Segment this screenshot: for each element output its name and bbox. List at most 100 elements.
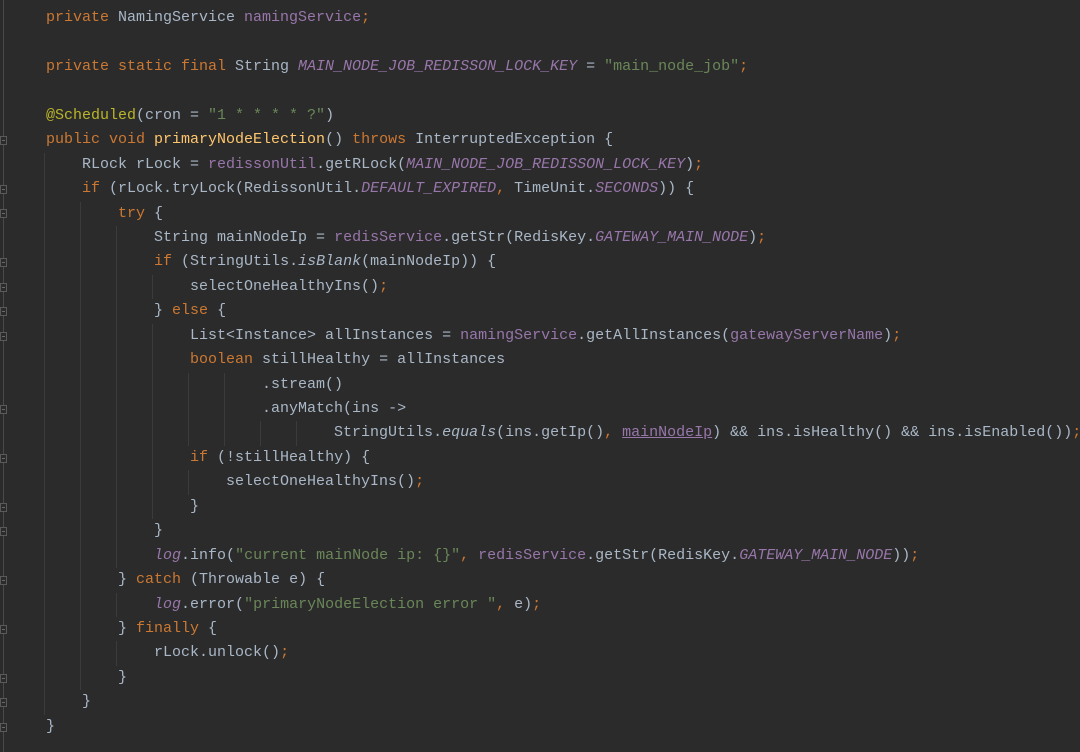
code-token: InterruptedException {: [415, 131, 614, 149]
code-line[interactable]: selectOneHealthyIns();: [0, 470, 1080, 495]
code-token: redisService: [334, 228, 443, 246]
code-line[interactable]: log.error("primaryNodeElection error ", …: [0, 592, 1080, 617]
indent-guide: [80, 421, 81, 446]
code-line[interactable]: if (!stillHealthy) {: [0, 445, 1080, 471]
indent-guide: [224, 421, 225, 446]
indent-guide: [116, 348, 117, 373]
code-token: namingService: [460, 326, 578, 344]
code-token: StringUtils.: [334, 424, 443, 442]
code-token: ): [748, 228, 758, 246]
indent-guide: [44, 201, 45, 226]
code-line[interactable]: try {: [0, 201, 1080, 226]
code-token: "1 * * * * ?": [208, 106, 326, 124]
code-line[interactable]: rLock.unlock();: [0, 641, 1080, 666]
code-token: throws: [352, 131, 416, 149]
indent-guide: [116, 397, 117, 422]
code-line[interactable]: [0, 79, 1080, 103]
indent-guide: [116, 274, 117, 300]
indent-guide: [44, 616, 45, 642]
indent-guide: [80, 519, 81, 544]
indent-guide: [296, 421, 297, 446]
code-token: ): [685, 155, 695, 173]
code-line[interactable]: String mainNodeIp = redisService.getStr(…: [0, 225, 1080, 251]
code-editor[interactable]: private NamingService namingService; priv…: [0, 6, 1080, 739]
indent-guide: [44, 397, 45, 422]
code-token: }: [154, 522, 164, 540]
code-token: .getStr(RedisKey.: [442, 228, 596, 246]
code-line[interactable]: private NamingService namingService;: [0, 6, 1080, 30]
code-token: }: [118, 619, 137, 637]
code-line[interactable]: if (StringUtils.isBlank(mainNodeIp)) {: [0, 250, 1080, 275]
code-line[interactable]: }: [0, 715, 1080, 739]
code-token: log: [154, 595, 182, 613]
code-token: ;: [361, 9, 371, 26]
code-line[interactable]: }: [0, 690, 1080, 715]
code-token: ;: [1072, 424, 1080, 441]
code-line[interactable]: } finally {: [0, 616, 1080, 642]
code-line[interactable]: [0, 30, 1080, 54]
code-token: if: [154, 253, 182, 271]
indent-guide: [116, 372, 117, 397]
code-line[interactable]: selectOneHealthyIns();: [0, 274, 1080, 300]
code-line[interactable]: boolean stillHealthy = allInstances: [0, 348, 1080, 373]
code-token: (rLock.tryLock(RedissonUtil.: [109, 180, 362, 198]
code-token: gatewayServerName: [730, 326, 884, 344]
indent-guide: [80, 641, 81, 666]
code-token: if: [82, 180, 110, 198]
code-token: e): [514, 595, 533, 613]
code-line[interactable]: .stream(): [0, 372, 1080, 397]
code-line[interactable]: StringUtils.equals(ins.getIp(), mainNode…: [0, 421, 1080, 446]
indent-guide: [80, 616, 81, 642]
code-token: stillHealthy = allInstances: [262, 351, 506, 369]
code-token: mainNodeIp: [622, 424, 713, 442]
code-line[interactable]: public void primaryNodeElection() throws…: [0, 128, 1080, 152]
indent-guide: [44, 494, 45, 520]
code-token: .stream(): [262, 375, 344, 393]
indent-guide: [152, 445, 153, 471]
indent-guide: [116, 543, 117, 569]
indent-guide: [116, 250, 117, 275]
code-token: primaryNodeElection: [154, 131, 326, 149]
code-token: redisService: [478, 546, 587, 564]
code-line[interactable]: } catch (Throwable e) {: [0, 568, 1080, 593]
code-token: "current mainNode ip: {}": [235, 546, 461, 564]
indent-guide: [44, 250, 45, 275]
code-line[interactable]: @Scheduled(cron = "1 * * * * ?"): [0, 104, 1080, 128]
indent-guide: [152, 274, 153, 300]
code-line[interactable]: log.info("current mainNode ip: {}", redi…: [0, 543, 1080, 569]
code-line[interactable]: RLock rLock = redissonUtil.getRLock(MAIN…: [0, 152, 1080, 178]
indent-guide: [44, 323, 45, 349]
indent-guide: [80, 250, 81, 275]
code-token: "main_node_job": [604, 57, 740, 75]
code-token: ,: [604, 424, 623, 442]
code-token: }: [154, 302, 173, 320]
code-line[interactable]: List<Instance> allInstances = namingServ…: [0, 323, 1080, 349]
indent-guide: [44, 690, 45, 715]
code-line[interactable]: .anyMatch(ins ->: [0, 397, 1080, 422]
code-line[interactable]: if (rLock.tryLock(RedissonUtil.DEFAULT_E…: [0, 177, 1080, 202]
code-line[interactable]: } else {: [0, 299, 1080, 324]
code-token: if: [190, 448, 218, 466]
indent-guide: [44, 299, 45, 324]
code-line[interactable]: private static final String MAIN_NODE_JO…: [0, 55, 1080, 79]
code-token: List<Instance> allInstances =: [190, 326, 461, 344]
code-token: (cron =: [136, 106, 209, 124]
code-line[interactable]: }: [0, 665, 1080, 691]
code-token: .getStr(RedisKey.: [586, 546, 740, 564]
code-token: else: [172, 302, 218, 320]
indent-guide: [44, 421, 45, 446]
code-token: ;: [415, 473, 425, 491]
code-token: =: [577, 57, 605, 75]
code-token: rLock.unlock(): [154, 644, 281, 662]
code-token: }: [118, 571, 137, 589]
code-token: public void: [46, 131, 155, 149]
code-token: ,: [460, 546, 479, 564]
code-line[interactable]: }: [0, 494, 1080, 520]
code-line[interactable]: }: [0, 519, 1080, 544]
